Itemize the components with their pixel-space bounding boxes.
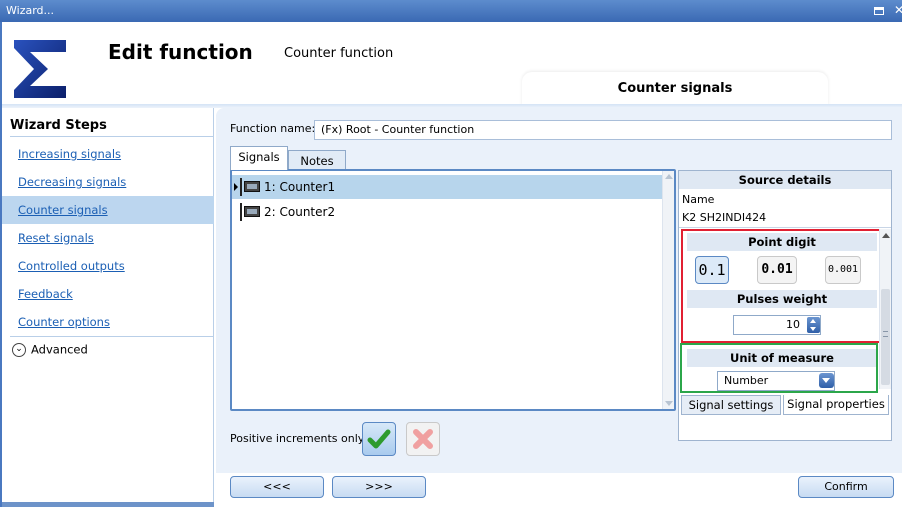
current-step-tab: Counter signals [522, 72, 828, 106]
unit-of-measure-title: Unit of measure [687, 349, 877, 367]
page-subtitle: Counter function [284, 46, 394, 61]
source-name-value: K2 SH2INDI424 [682, 211, 767, 224]
close-icon[interactable]: ✕ [894, 3, 902, 17]
check-icon [367, 429, 391, 449]
unit-of-measure-select[interactable]: Number [717, 371, 835, 391]
advanced-toggle[interactable]: ⌄ Advanced [12, 342, 88, 360]
scroll-down-icon[interactable] [665, 401, 673, 406]
device-icon [244, 181, 260, 192]
wizard-steps-title: Wizard Steps [10, 118, 107, 133]
row-marker [240, 178, 242, 196]
signal-label: 1: Counter1 [264, 180, 336, 194]
sidebar-item-counter-options[interactable]: Counter options [2, 308, 214, 336]
list-item[interactable]: 1: Counter1 [232, 175, 662, 199]
row-pointer-icon [234, 183, 238, 191]
sidebar-item-controlled-outputs[interactable]: Controlled outputs [2, 252, 214, 280]
point-digit-option-0-01[interactable]: 0.01 [757, 256, 797, 284]
point-digit-option-0-001[interactable]: 0.001 [825, 256, 861, 284]
page-title: Edit function [108, 40, 253, 64]
reject-positive-button[interactable] [406, 422, 440, 456]
panel-divider [679, 227, 891, 228]
next-button[interactable]: >>> [332, 476, 426, 498]
sidebar-item-increasing-signals[interactable]: Increasing signals [2, 140, 214, 168]
window-title: Wizard... [6, 4, 55, 17]
wizard-steps-sidebar: Wizard Steps Increasing signals Decreasi… [2, 108, 214, 507]
confirm-button[interactable]: Confirm [798, 476, 894, 498]
signal-label: 2: Counter2 [264, 205, 336, 219]
sidebar-item-reset-signals[interactable]: Reset signals [2, 224, 214, 252]
sidebar-item-feedback[interactable]: Feedback [2, 280, 214, 308]
signals-scrollbar[interactable] [662, 171, 674, 409]
window-controls: ✕ [868, 3, 902, 19]
source-details-panel: Source details Name K2 SH2INDI424 Point … [678, 170, 892, 441]
tab-signal-properties[interactable]: Signal properties [783, 395, 889, 415]
device-icon [244, 206, 260, 217]
source-name-label: Name [682, 193, 715, 206]
point-digit-option-0-1[interactable]: 0.1 [695, 256, 729, 284]
row-marker [240, 203, 242, 221]
scroll-up-icon[interactable] [882, 233, 890, 238]
function-name-input[interactable]: (Fx) Root - Counter function [314, 120, 892, 140]
sidebar-divider [10, 336, 214, 337]
signals-list: 1: Counter1 2: Counter2 [230, 169, 676, 411]
cross-icon [413, 429, 433, 449]
tab-notes[interactable]: Notes [288, 150, 346, 170]
properties-scrollbar[interactable] [879, 229, 891, 389]
source-details-title: Source details [679, 171, 891, 189]
sidebar-item-decreasing-signals[interactable]: Decreasing signals [2, 168, 214, 196]
maximize-icon[interactable] [874, 7, 884, 15]
stepper-down-icon [810, 327, 816, 331]
pulses-weight-title: Pulses weight [687, 290, 877, 308]
sidebar-item-counter-signals[interactable]: Counter signals [2, 196, 214, 224]
positive-increments-label: Positive increments only [230, 432, 365, 445]
previous-button[interactable]: <<< [230, 476, 324, 498]
point-digit-title: Point digit [687, 233, 877, 251]
list-item[interactable]: 2: Counter2 [232, 200, 662, 224]
sigma-logo-icon [14, 40, 66, 98]
tab-signal-settings[interactable]: Signal settings [681, 395, 781, 415]
scroll-thumb[interactable] [881, 289, 890, 385]
scroll-grip-icon [883, 331, 888, 337]
sidebar-footer-bar [2, 502, 214, 507]
stepper-up-icon [810, 319, 816, 323]
confirm-positive-button[interactable] [362, 422, 396, 456]
chevron-down-icon: ⌄ [12, 342, 26, 357]
dropdown-arrow-icon[interactable] [819, 373, 834, 388]
advanced-label: Advanced [31, 342, 88, 357]
tab-signals[interactable]: Signals [230, 146, 288, 170]
scroll-up-icon[interactable] [665, 174, 673, 179]
title-bar: Wizard... ✕ [0, 0, 902, 22]
sidebar-divider [10, 136, 214, 137]
function-name-label: Function name: [230, 122, 316, 135]
pulses-weight-stepper[interactable] [807, 317, 820, 333]
